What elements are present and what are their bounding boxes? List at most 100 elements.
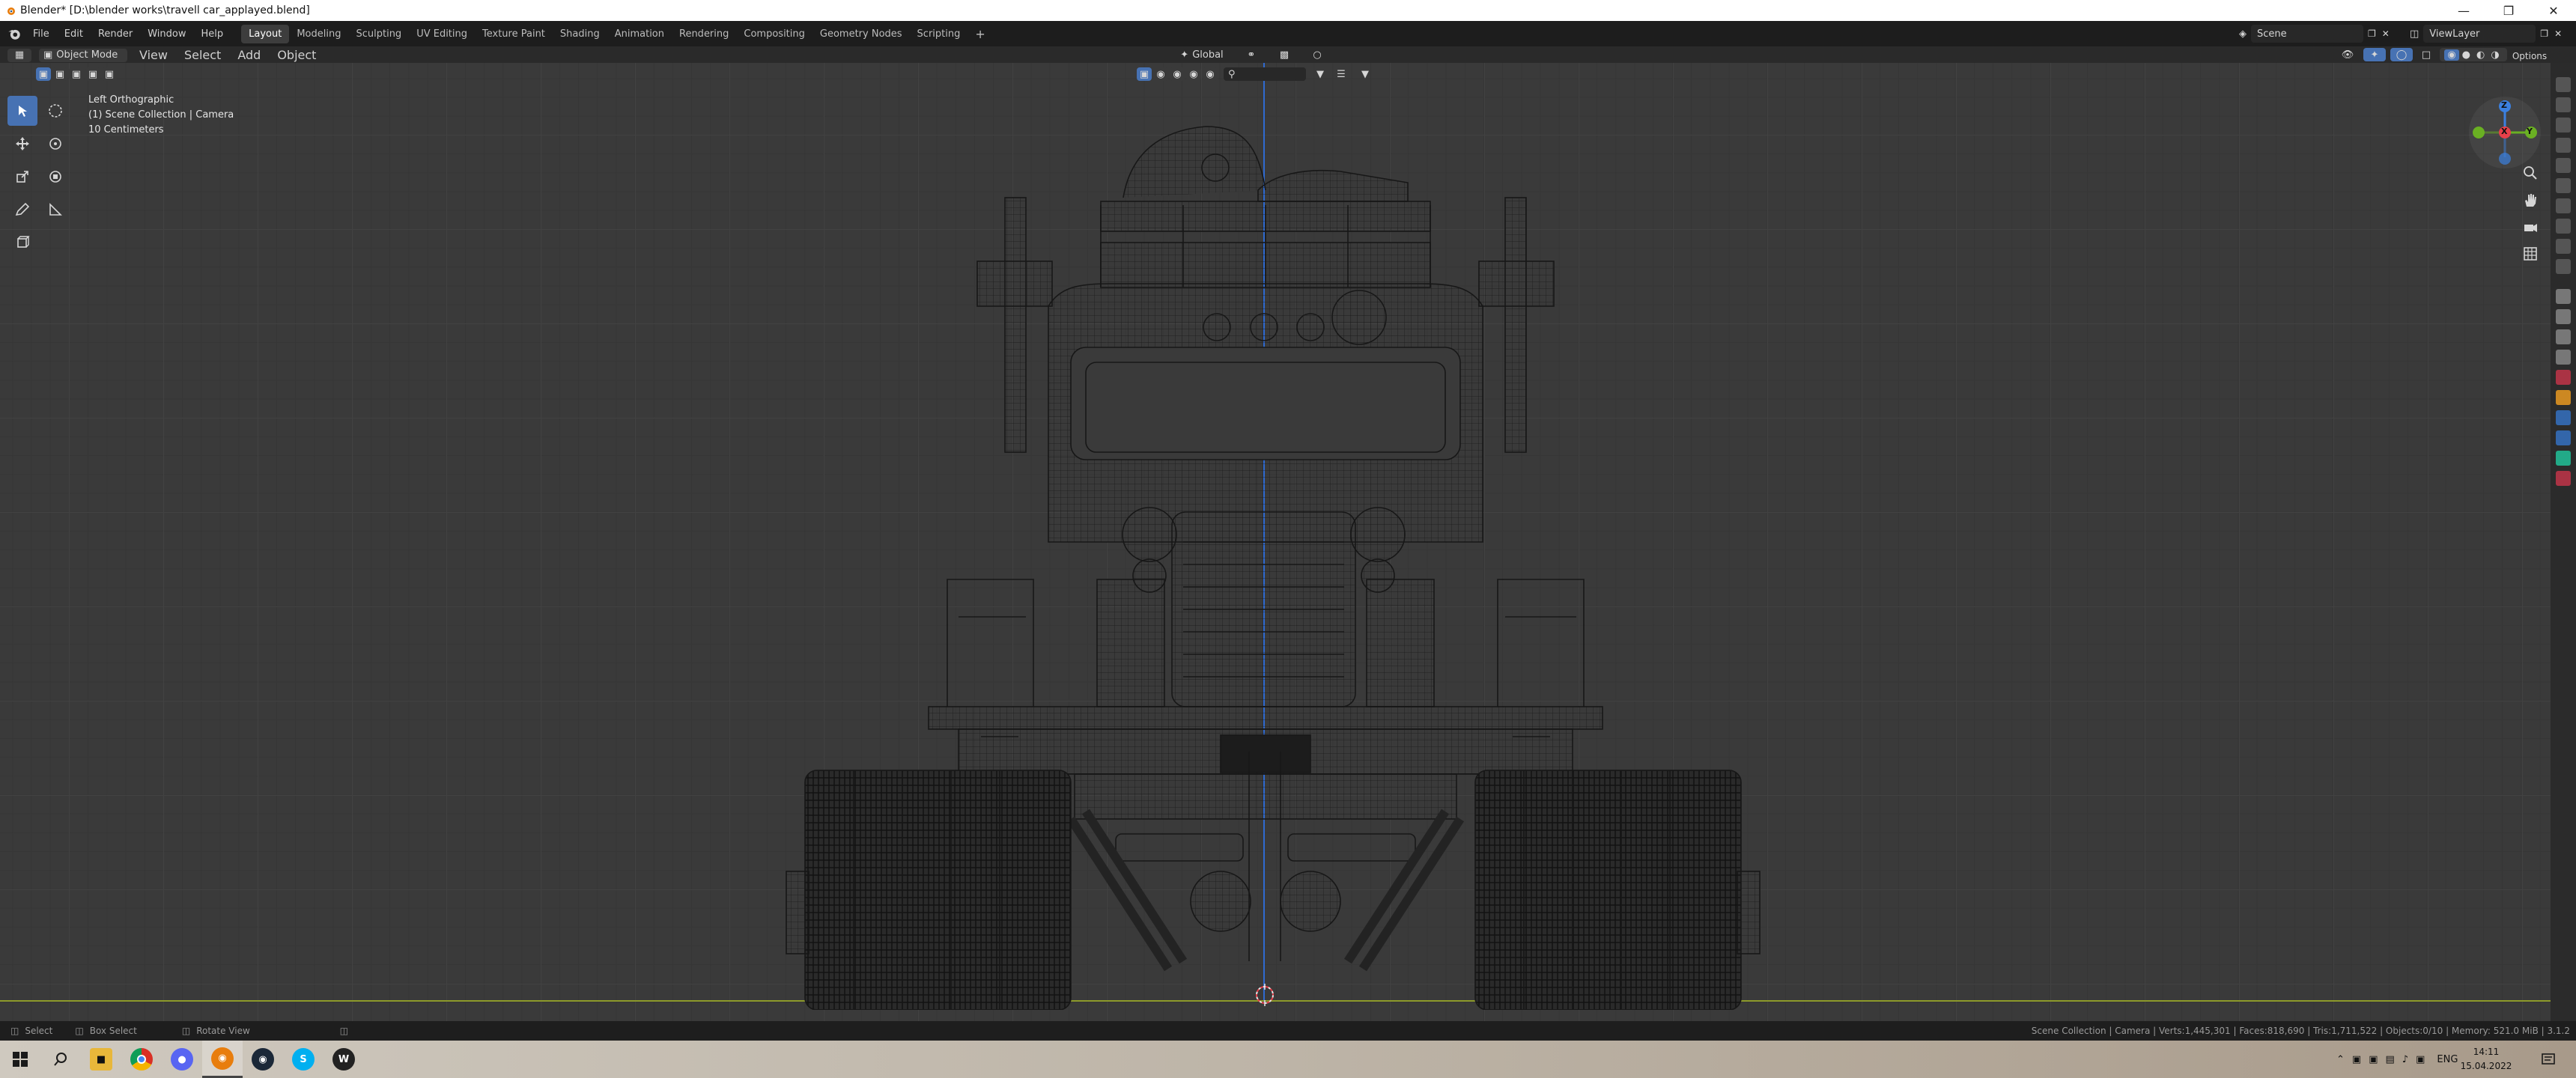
add-workspace-button[interactable]: + — [967, 23, 992, 45]
outliner-visibility-icon[interactable] — [2556, 239, 2571, 254]
blender-app[interactable]: ◉ — [202, 1041, 243, 1078]
search-field[interactable]: ⚲ — [1224, 67, 1306, 81]
select-extend-icon[interactable]: ▣ — [52, 67, 67, 81]
overlay-toggle-icon[interactable]: ◯ — [2390, 48, 2413, 61]
measure-tool[interactable] — [40, 195, 70, 225]
filter-options-icon[interactable]: ☰ — [1330, 67, 1352, 81]
viewlayer-selector[interactable]: ◫ ViewLayer ❐ ✕ — [2410, 25, 2562, 43]
modifier-properties-icon[interactable] — [2556, 410, 2571, 425]
steam-app[interactable]: ◉ — [243, 1041, 283, 1078]
outliner-visibility-icon[interactable] — [2556, 97, 2571, 112]
scene-name-field[interactable]: Scene — [2251, 25, 2363, 43]
mode-toggle-icon[interactable]: ◉ — [1186, 67, 1201, 81]
menu-edit[interactable]: Edit — [57, 28, 91, 40]
skype-app[interactable]: S — [283, 1041, 323, 1078]
outliner-visibility-icon[interactable] — [2556, 219, 2571, 234]
texture-properties-icon[interactable] — [2556, 471, 2571, 486]
view-layer-properties-icon[interactable] — [2556, 350, 2571, 365]
select-invert-icon[interactable]: ▣ — [85, 67, 100, 81]
truck-wireframe-model[interactable] — [764, 93, 1767, 1010]
rendered-shading-icon[interactable]: ◑ — [2488, 49, 2502, 61]
xray-icon[interactable]: □ — [2417, 48, 2435, 61]
tab-texture-paint[interactable]: Texture Paint — [475, 25, 553, 43]
pan-hand-icon[interactable] — [2518, 187, 2543, 213]
tab-sculpting[interactable]: Sculpting — [348, 25, 409, 43]
mode-dropdown[interactable]: ▣ Object Mode — [39, 48, 127, 62]
output-properties-icon[interactable] — [2556, 329, 2571, 344]
3d-viewport[interactable]: ▣ ▣ ▣ ▣ ▣ ▣ ◉ ◉ ◉ ◉ ⚲ ▼ ☰ ▼ Left Orthogr… — [0, 63, 2576, 1021]
render-properties-icon[interactable] — [2556, 309, 2571, 324]
physics-properties-icon[interactable] — [2556, 430, 2571, 445]
ortho-grid-icon[interactable] — [2518, 241, 2543, 267]
search-button[interactable] — [40, 1041, 81, 1078]
select-subtract-icon[interactable]: ▣ — [69, 67, 84, 81]
wordpress-app[interactable]: W — [323, 1041, 364, 1078]
chrome-app[interactable] — [121, 1041, 162, 1078]
snap-icon[interactable]: ▩ — [1271, 48, 1298, 61]
maximize-button[interactable]: ❐ — [2486, 0, 2531, 21]
tool-properties-icon[interactable] — [2556, 289, 2571, 304]
mode-toggle-icon[interactable]: ▣ — [1137, 67, 1152, 81]
wireframe-shading-icon[interactable]: ◉ — [2444, 49, 2459, 61]
gizmo-toggle-icon[interactable]: ✦ — [2363, 48, 2386, 61]
tray-chevron-icon[interactable]: ⌃ — [2336, 1054, 2345, 1065]
camera-view-icon[interactable] — [2518, 214, 2543, 240]
remove-viewlayer-icon[interactable]: ✕ — [2554, 28, 2562, 39]
scale-tool[interactable] — [7, 162, 37, 192]
mode-toggle-icon[interactable]: ◉ — [1170, 67, 1185, 81]
options-dropdown[interactable]: Options — [2509, 48, 2551, 63]
new-viewlayer-icon[interactable]: ❐ — [2540, 28, 2548, 39]
tray-app-icon[interactable]: ▣ — [2369, 1054, 2378, 1065]
cursor-tool[interactable] — [40, 96, 70, 126]
outliner-visibility-icon[interactable] — [2556, 259, 2571, 274]
remove-scene-icon[interactable]: ✕ — [2382, 28, 2390, 39]
add-menu[interactable]: Add — [233, 48, 265, 62]
blender-menu-icon[interactable] — [7, 27, 21, 40]
minimize-button[interactable]: — — [2441, 0, 2486, 21]
view-menu[interactable]: View — [135, 48, 172, 62]
outliner-visibility-icon[interactable] — [2556, 77, 2571, 92]
volume-icon[interactable]: ♪ — [2402, 1054, 2408, 1065]
menu-help[interactable]: Help — [194, 28, 231, 40]
outliner-visibility-icon[interactable] — [2556, 118, 2571, 133]
transform-tool[interactable] — [40, 162, 70, 192]
select-intersect-icon[interactable]: ▣ — [102, 67, 117, 81]
outliner-visibility-icon[interactable] — [2556, 178, 2571, 193]
mode-toggle-icon[interactable]: ◉ — [1153, 67, 1168, 81]
network-icon[interactable]: ▤ — [2386, 1054, 2395, 1065]
tab-animation[interactable]: Animation — [607, 25, 672, 43]
mode-toggle-icon[interactable]: ◉ — [1203, 67, 1218, 81]
editor-type-icon[interactable]: ▦ — [7, 48, 31, 62]
constraint-properties-icon[interactable] — [2556, 451, 2571, 466]
tab-modeling[interactable]: Modeling — [289, 25, 348, 43]
tray-app-icon[interactable]: ▣ — [2352, 1054, 2361, 1065]
object-properties-icon[interactable] — [2556, 390, 2571, 405]
annotate-tool[interactable] — [7, 195, 37, 225]
shading-modes[interactable]: ◉ ● ◐ ◑ — [2440, 48, 2507, 61]
rotate-tool[interactable] — [40, 129, 70, 159]
new-scene-icon[interactable]: ❐ — [2368, 28, 2376, 39]
move-tool[interactable] — [7, 129, 37, 159]
viewlayer-name-field[interactable]: ViewLayer — [2423, 25, 2536, 43]
transform-orientation-dropdown[interactable]: ✦ Global — [1172, 48, 1232, 61]
material-shading-icon[interactable]: ◐ — [2473, 49, 2488, 61]
solid-shading-icon[interactable]: ● — [2459, 49, 2473, 61]
discord-app[interactable]: ● — [162, 1041, 202, 1078]
3d-cursor-marker-icon[interactable] — [1252, 982, 1278, 1008]
clock[interactable]: 14:11 15.04.2022 — [2456, 1045, 2516, 1074]
tray-app-icon[interactable]: ▣ — [2416, 1054, 2425, 1065]
menu-window[interactable]: Window — [140, 28, 193, 40]
outliner-visibility-icon[interactable] — [2556, 138, 2571, 153]
tab-layout[interactable]: Layout — [241, 24, 290, 43]
close-button[interactable]: ✕ — [2531, 0, 2576, 21]
outliner-visibility-icon[interactable] — [2556, 198, 2571, 213]
language-indicator[interactable]: ENG — [2437, 1054, 2458, 1065]
start-button[interactable] — [0, 1041, 40, 1078]
select-tool[interactable] — [7, 96, 37, 126]
scene-properties-icon[interactable] — [2556, 370, 2571, 385]
file-explorer-app[interactable]: ■ — [81, 1041, 121, 1078]
zoom-icon[interactable] — [2518, 160, 2543, 186]
tab-geometry-nodes[interactable]: Geometry Nodes — [812, 25, 910, 43]
select-new-icon[interactable]: ▣ — [36, 67, 51, 81]
menu-render[interactable]: Render — [91, 28, 140, 40]
